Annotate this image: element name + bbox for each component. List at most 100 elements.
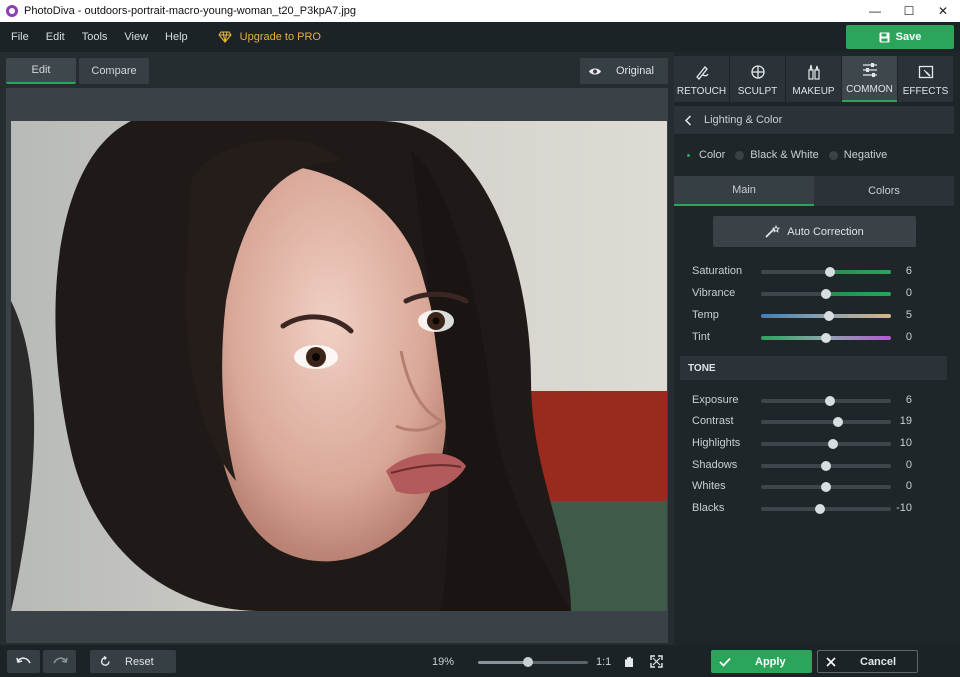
tab-makeup-label: MAKEUP <box>792 86 835 97</box>
menu-tools[interactable]: Tools <box>76 31 114 43</box>
slider-thumb[interactable] <box>821 461 831 471</box>
slider-track[interactable] <box>761 504 891 514</box>
slider-value: -10 <box>896 502 912 514</box>
menu-bar: File Edit Tools View Help Upgrade to PRO… <box>0 22 960 52</box>
slider-track[interactable] <box>761 482 891 492</box>
actual-size-button[interactable]: 1:1 <box>596 656 611 668</box>
slider-exposure: Exposure 6 <box>692 394 922 408</box>
apply-label: Apply <box>755 655 786 668</box>
slider-thumb[interactable] <box>821 333 831 343</box>
slider-label: Temp <box>692 309 719 321</box>
window-title: PhotoDiva - outdoors-portrait-macro-youn… <box>24 5 357 17</box>
section-header[interactable]: Lighting & Color <box>674 106 954 134</box>
cancel-button[interactable]: Cancel <box>817 650 918 673</box>
radio-negative-label: Negative <box>843 149 888 161</box>
slider-value: 10 <box>899 437 912 449</box>
menu-view[interactable]: View <box>118 31 154 43</box>
radio-color[interactable]: Color <box>684 149 725 161</box>
slider-vibrance: Vibrance 0 <box>692 287 922 301</box>
radio-dot <box>828 150 838 160</box>
slider-track[interactable] <box>761 396 891 406</box>
slider-thumb[interactable] <box>824 311 835 321</box>
app-logo-icon <box>6 5 18 17</box>
slider-label: Contrast <box>692 415 734 427</box>
subtab-main[interactable]: Main <box>674 176 814 206</box>
zoom-slider-thumb[interactable] <box>522 657 533 667</box>
slider-temp: Temp 5 <box>692 309 922 323</box>
slider-value: 6 <box>905 265 912 277</box>
makeup-icon <box>807 64 820 80</box>
tab-sculpt-label: SCULPT <box>737 86 778 97</box>
reset-label: Reset <box>125 655 154 668</box>
slider-value: 19 <box>899 415 912 427</box>
save-button[interactable]: Save <box>846 25 954 49</box>
tool-tabs: RETOUCH SCULPT MAKEUP COMMON EFFECTS <box>674 56 960 102</box>
cancel-label: Cancel <box>860 655 897 668</box>
slider-thumb[interactable] <box>814 504 825 514</box>
maximize-button[interactable]: ☐ <box>892 0 926 22</box>
tab-effects[interactable]: EFFECTS <box>898 56 953 102</box>
portrait-photo <box>11 121 667 611</box>
hand-icon <box>625 656 633 667</box>
slider-label: Shadows <box>692 459 738 471</box>
tab-compare[interactable]: Compare <box>79 58 149 84</box>
slider-thumb[interactable] <box>824 396 835 406</box>
slider-highlights: Highlights 10 <box>692 437 922 451</box>
radio-black-white[interactable]: Black & White <box>735 149 819 161</box>
slider-track[interactable] <box>761 289 891 299</box>
reset-button[interactable]: Reset <box>90 650 176 673</box>
slider-tint: Tint 0 <box>692 331 922 345</box>
slider-label: Whites <box>692 480 726 492</box>
undo-icon <box>15 657 31 664</box>
original-button[interactable]: Original <box>580 58 668 84</box>
bottom-bar: Reset 19% 1:1 Apply Cancel <box>0 645 960 677</box>
slider-track[interactable] <box>761 267 891 277</box>
eye-icon <box>589 68 601 74</box>
slider-label: Vibrance <box>692 287 736 299</box>
tab-common[interactable]: COMMON <box>842 56 897 102</box>
menu-help[interactable]: Help <box>159 31 194 43</box>
slider-thumb[interactable] <box>821 289 831 299</box>
slider-thumb[interactable] <box>827 439 838 449</box>
portrait-image <box>11 121 667 611</box>
slider-track[interactable] <box>761 333 891 343</box>
original-label: Original <box>616 65 654 77</box>
image-canvas[interactable] <box>6 88 668 643</box>
auto-correction-button[interactable]: Auto Correction <box>713 216 916 247</box>
slider-track[interactable] <box>761 417 891 427</box>
upgrade-link[interactable]: Upgrade to PRO <box>217 31 321 43</box>
slider-track[interactable] <box>761 461 891 471</box>
slider-value: 5 <box>905 309 912 321</box>
slider-saturation: Saturation 6 <box>692 265 922 279</box>
slider-value: 0 <box>905 459 912 471</box>
fit-icon-button[interactable] <box>623 655 636 671</box>
radio-black-white-label: Black & White <box>750 149 819 161</box>
minimize-button[interactable]: — <box>858 0 892 22</box>
subtab-colors[interactable]: Colors <box>814 176 954 206</box>
slider-thumb[interactable] <box>833 417 844 427</box>
tab-edit[interactable]: Edit <box>6 58 76 84</box>
slider-blacks: Blacks -10 <box>692 502 922 516</box>
radio-negative[interactable]: Negative <box>828 149 888 161</box>
sculpt-icon <box>750 65 765 79</box>
slider-track[interactable] <box>761 311 891 321</box>
slider-track[interactable] <box>761 439 891 449</box>
fullscreen-button[interactable] <box>650 655 663 671</box>
menu-file[interactable]: File <box>5 31 35 43</box>
common-icon <box>862 63 877 77</box>
redo-button[interactable] <box>43 650 76 673</box>
tab-retouch[interactable]: RETOUCH <box>674 56 729 102</box>
section-title: Lighting & Color <box>704 114 783 126</box>
slider-thumb[interactable] <box>824 267 835 277</box>
undo-button[interactable] <box>7 650 40 673</box>
close-button[interactable]: ✕ <box>926 0 960 22</box>
floppy-disk-icon <box>879 32 890 42</box>
tab-makeup[interactable]: MAKEUP <box>786 56 841 102</box>
fullscreen-icon <box>650 655 663 668</box>
apply-button[interactable]: Apply <box>711 650 812 673</box>
menu-edit[interactable]: Edit <box>40 31 71 43</box>
zoom-slider[interactable] <box>478 657 588 667</box>
tab-sculpt[interactable]: SCULPT <box>730 56 785 102</box>
slider-thumb[interactable] <box>821 482 831 492</box>
editor-tabs: Edit Compare <box>6 58 152 84</box>
